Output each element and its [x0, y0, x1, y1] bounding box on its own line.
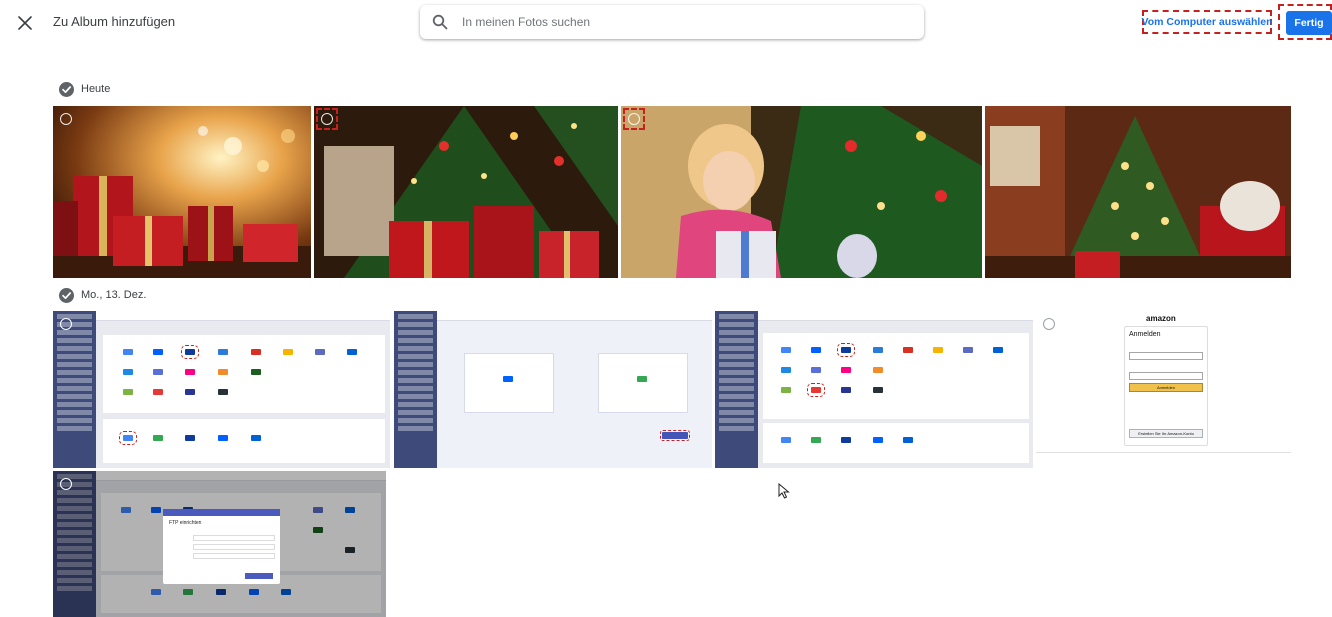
select-from-computer-button[interactable]: Vom Computer auswählen: [1141, 10, 1273, 34]
screenshot-target-box: [598, 353, 688, 413]
screenshot-sidebar: [53, 311, 96, 468]
photo-multcloud-ftp-dialog[interactable]: FTP einrichten: [53, 471, 386, 617]
photo-girl-gift-image: [621, 106, 982, 278]
screenshot-panel: [763, 333, 1029, 419]
select-circle-highlight: [623, 108, 645, 130]
section-label-dec13: Mo., 13. Dez.: [81, 289, 147, 301]
close-button[interactable]: [12, 10, 38, 36]
mouse-cursor-icon: [778, 483, 790, 499]
close-icon: [18, 16, 32, 30]
screenshot-source-box: [464, 353, 554, 413]
done-button[interactable]: Fertig: [1286, 11, 1332, 35]
select-from-computer-label: Vom Computer auswählen: [1141, 16, 1273, 28]
ftp-dialog-title: FTP einrichten: [169, 520, 202, 526]
amazon-signin-box: Anmelden Anmelden Erstellen Sie Ihr Amaz…: [1124, 326, 1208, 446]
screenshot-topbar: [437, 311, 712, 321]
amazon-create-account: Erstellen Sie Ihr Amazon-Konto: [1129, 429, 1203, 438]
screenshot-ftp-dialog: FTP einrichten: [163, 509, 280, 584]
photo-multcloud-add-cloud-2[interactable]: [715, 311, 1033, 468]
amazon-signin-heading: Anmelden: [1129, 331, 1161, 338]
screenshot-sidebar: [715, 311, 758, 468]
photo-gifts-bokeh-image: [53, 106, 311, 278]
search-bar[interactable]: [420, 5, 924, 39]
screenshot-sidebar: [394, 311, 437, 468]
select-all-today-icon[interactable]: [59, 82, 74, 97]
select-all-dec13-icon[interactable]: [59, 288, 74, 303]
photo-christmas-living-room[interactable]: [985, 106, 1291, 278]
screenshot-start-button: [660, 430, 690, 441]
photo-multcloud-cloud-backup[interactable]: [394, 311, 712, 468]
screenshot-panel: [103, 335, 385, 413]
photo-living-room-image: [985, 106, 1291, 278]
select-circle[interactable]: [60, 113, 72, 125]
photo-amazon-signin[interactable]: amazon Anmelden Anmelden Erstellen Sie I…: [1036, 311, 1291, 468]
amazon-logo: amazon: [1146, 314, 1176, 323]
select-circle-highlight: [316, 108, 338, 130]
screenshot-panel-business: [103, 419, 385, 463]
screenshot-panel-business: [763, 423, 1029, 463]
select-circle[interactable]: [1043, 318, 1055, 330]
photo-christmas-gifts-bokeh[interactable]: [53, 106, 311, 278]
screenshot-topbar: [758, 311, 1033, 321]
photo-christmas-gifts-tree[interactable]: [314, 106, 618, 278]
amazon-signin-button: Anmelden: [1129, 383, 1203, 392]
search-input[interactable]: [460, 14, 884, 30]
select-circle[interactable]: [60, 318, 72, 330]
search-icon[interactable]: [432, 14, 448, 30]
photo-girl-opening-gift[interactable]: [621, 106, 982, 278]
select-circle[interactable]: [60, 478, 72, 490]
page-title: Zu Album hinzufügen: [53, 14, 176, 29]
photo-multcloud-add-cloud[interactable]: [53, 311, 390, 468]
photo-gifts-tree-image: [314, 106, 618, 278]
done-button-highlight: Fertig: [1278, 4, 1332, 40]
screenshot-topbar: [96, 311, 390, 321]
section-label-today: Heute: [81, 83, 111, 95]
